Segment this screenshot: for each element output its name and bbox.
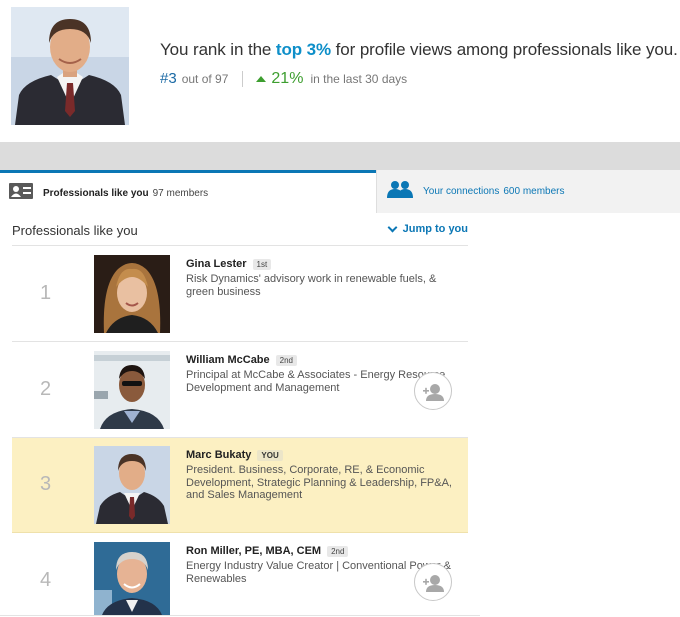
- list-bottom-border: [0, 615, 480, 616]
- jump-label: Jump to you: [402, 223, 468, 235]
- list-title: Professionals like you: [12, 223, 138, 238]
- rank-number: 1: [40, 282, 52, 304]
- tab-your-connections[interactable]: Your connections 600 members: [376, 170, 680, 213]
- member-photo[interactable]: [94, 542, 170, 615]
- change-period: in the last 30 days: [310, 72, 408, 86]
- connections-icon: [387, 180, 413, 203]
- tab-bar: Professionals like you 97 members Your c…: [0, 170, 680, 213]
- add-connection-icon: [415, 575, 453, 606]
- member-name[interactable]: Marc Bukaty: [186, 449, 251, 461]
- member-photo[interactable]: [94, 446, 170, 524]
- rank-number: #3: [160, 70, 177, 87]
- list-item: 1 Gina Lester 1st Risk Dynamics' advisor…: [12, 247, 468, 342]
- headline-highlight: top 3%: [275, 40, 332, 59]
- jump-to-you-link[interactable]: Jump to you: [387, 222, 468, 235]
- rank-total: out of 97: [181, 72, 229, 86]
- rank-number: 4: [40, 569, 52, 591]
- list-item: 2 William McCabe 2nd Principal at McCabe…: [12, 343, 468, 438]
- chevron-down-icon: [387, 222, 398, 232]
- rank-headline: You rank in the top 3% for profile views…: [160, 40, 678, 60]
- member-headline: President. Business, Corporate, RE, & Ec…: [186, 464, 452, 501]
- tab-count: 600 members: [503, 186, 565, 197]
- member-info: Marc Bukaty YOU President. Business, Cor…: [186, 449, 458, 502]
- member-info: Gina Lester 1st Risk Dynamics' advisory …: [186, 258, 458, 298]
- member-headline: Risk Dynamics' advisory work in renewabl…: [186, 273, 437, 298]
- rank-summary: You rank in the top 3% for profile views…: [160, 40, 678, 88]
- member-name[interactable]: Gina Lester: [186, 258, 247, 270]
- rank-number: 3: [40, 473, 52, 495]
- profile-card-icon: [9, 182, 33, 204]
- degree-badge: 2nd: [275, 354, 298, 366]
- connect-button[interactable]: [414, 563, 452, 601]
- degree-badge: 2nd: [327, 545, 349, 557]
- list-header: Professionals like you Jump to you: [12, 222, 468, 246]
- rank-stats: #3 out of 97 21% in the last 30 days: [160, 70, 678, 88]
- headline-text-post: for profile views among professionals li…: [331, 40, 678, 59]
- degree-badge: 1st: [252, 258, 272, 270]
- member-name[interactable]: Ron Miller, PE, MBA, CEM: [186, 545, 321, 557]
- trend-up-icon: [256, 76, 267, 82]
- list-item-self: 3 Marc Bukaty YOU President. Business, C…: [12, 438, 468, 533]
- section-divider: [0, 142, 680, 170]
- tab-label: Professionals like you: [43, 187, 149, 199]
- profile-photo[interactable]: [11, 7, 129, 125]
- headline-text-pre: You rank in the: [160, 40, 276, 59]
- member-name[interactable]: William McCabe: [186, 354, 270, 366]
- tab-label: Your connections: [423, 186, 500, 197]
- member-photo[interactable]: [94, 351, 170, 429]
- connect-button[interactable]: [414, 372, 452, 410]
- rank-number: 2: [40, 378, 52, 400]
- member-photo[interactable]: [94, 255, 170, 333]
- change-percent: 21%: [271, 70, 304, 87]
- list-item: 4 Ron Miller, PE, MBA, CEM 2nd Energy In…: [12, 534, 468, 615]
- rank-summary-header: You rank in the top 3% for profile views…: [0, 0, 680, 142]
- tab-count: 97 members: [152, 187, 209, 199]
- tab-professionals-like-you[interactable]: Professionals like you 97 members: [0, 170, 376, 213]
- add-connection-icon: [415, 384, 453, 415]
- stat-divider: [242, 71, 244, 87]
- you-badge: YOU: [257, 449, 283, 461]
